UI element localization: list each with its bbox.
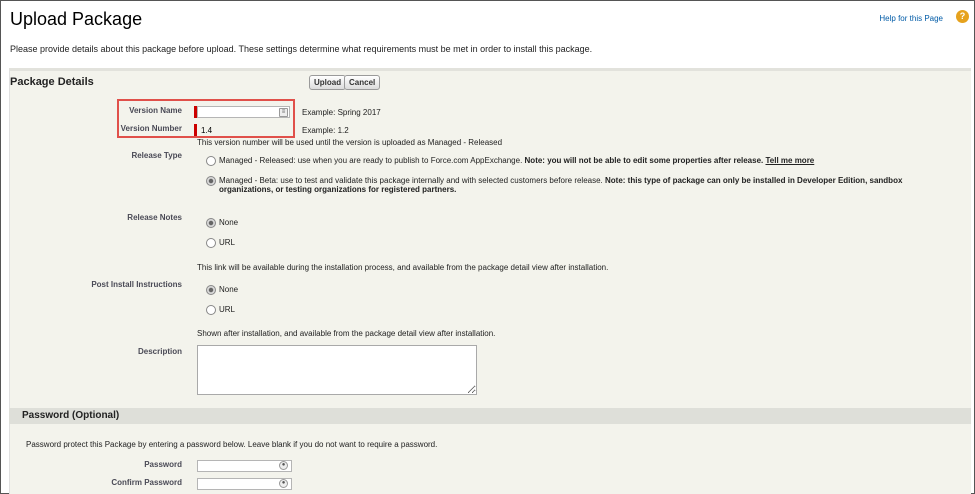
managed-released-radio[interactable]: [206, 156, 216, 166]
post-install-url-label: URL: [219, 305, 236, 314]
description-textarea[interactable]: [197, 345, 477, 395]
password-intro: Password protect this Package by enterin…: [26, 440, 438, 449]
password-section-bar: [9, 408, 971, 424]
confirm-password-key-icon[interactable]: ●: [279, 479, 288, 488]
managed-beta-note-1: Note: this type of package can only be i…: [605, 176, 903, 185]
post-install-none-label: None: [219, 285, 239, 294]
version-fields-highlight: [117, 99, 295, 138]
release-notes-label: Release Notes: [127, 213, 182, 222]
page-title: Upload Package: [10, 9, 143, 29]
managed-released-text: Managed - Released: use when you are rea…: [219, 156, 523, 165]
confirm-password-input[interactable]: [197, 478, 292, 490]
managed-released-option: Managed - Released: use when you are rea…: [219, 156, 814, 165]
post-install-none-radio[interactable]: [206, 285, 216, 295]
version-number-example: Example: 1.2: [302, 126, 349, 135]
version-number-note: This version number will be used until t…: [197, 138, 503, 147]
managed-beta-option: Managed - Beta: use to test and validate…: [219, 176, 902, 185]
release-type-label: Release Type: [131, 151, 182, 160]
managed-beta-note-2: organizations, or testing organizations …: [219, 185, 457, 194]
section-heading: Package Details: [10, 76, 94, 88]
help-icon[interactable]: ?: [956, 10, 969, 23]
help-link[interactable]: Help for this Page: [879, 14, 943, 23]
release-notes-note: This link will be available during the i…: [197, 263, 609, 272]
managed-beta-text: Managed - Beta: use to test and validate…: [219, 176, 603, 185]
upload-button[interactable]: Upload: [309, 75, 347, 90]
cancel-button[interactable]: Cancel: [344, 75, 381, 90]
post-install-url-radio[interactable]: [206, 305, 216, 315]
tell-me-more-link[interactable]: Tell me more: [766, 156, 815, 165]
password-section-heading: Password (Optional): [22, 410, 120, 421]
page-intro: Please provide details about this packag…: [10, 44, 593, 54]
description-label: Description: [137, 347, 182, 356]
managed-released-note: Note: you will not be able to edit some …: [524, 156, 764, 165]
version-name-example: Example: Spring 2017: [302, 108, 381, 117]
post-install-label: Post Install Instructions: [91, 280, 182, 289]
confirm-password-label: Confirm Password: [111, 478, 182, 487]
post-install-note: Shown after installation, and available …: [197, 329, 496, 338]
managed-beta-radio[interactable]: [206, 176, 216, 186]
release-notes-none-label: None: [219, 218, 239, 227]
password-input[interactable]: [197, 460, 292, 472]
release-notes-url-label: URL: [219, 238, 236, 247]
release-notes-url-radio[interactable]: [206, 238, 216, 248]
password-label: Password: [144, 460, 182, 469]
password-key-icon[interactable]: ●: [279, 461, 288, 470]
release-notes-none-radio[interactable]: [206, 218, 216, 228]
